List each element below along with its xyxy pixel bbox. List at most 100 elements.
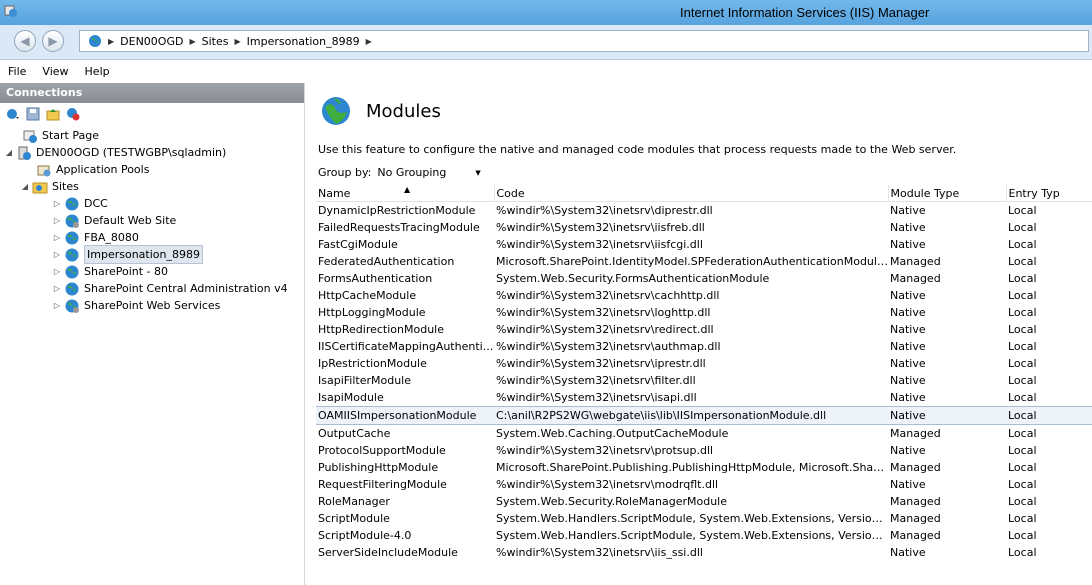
column-header-entry-type[interactable]: Entry Typ: [1006, 185, 1092, 202]
app-pool-icon: [37, 165, 51, 176]
dropdown-arrow-icon[interactable]: ▼: [475, 169, 480, 177]
breadcrumb-sites[interactable]: Sites: [202, 35, 229, 48]
table-row[interactable]: IpRestrictionModule %windir%\System32\ine…: [316, 355, 1092, 372]
tree-label: SharePoint - 80: [84, 265, 169, 278]
cell-name: IpRestrictionModule: [318, 357, 427, 370]
menu-help[interactable]: Help: [77, 65, 118, 78]
cell-name: DynamicIpRestrictionModule: [318, 204, 476, 217]
table-row[interactable]: HttpLoggingModule %windir%\System32\inets…: [316, 304, 1092, 321]
cell-code: System.Web.Security.FormsAuthenticationM…: [496, 272, 770, 285]
forward-button[interactable]: ▶: [42, 30, 64, 52]
table-row[interactable]: ProtocolSupportModule %windir%\System32\i…: [316, 442, 1092, 459]
menu-file[interactable]: File: [0, 65, 34, 78]
feature-description: Use this feature to configure the native…: [318, 143, 957, 156]
tree-label: Impersonation_8989: [84, 245, 203, 264]
expand-icon[interactable]: ▷: [52, 297, 62, 314]
tree-item-site-sharepoint-80[interactable]: ▷ SharePoint - 80: [52, 263, 168, 280]
breadcrumb-separator-icon: ▶: [189, 36, 196, 46]
table-row[interactable]: IsapiModule %windir%\System32\inetsrv\isa…: [316, 389, 1092, 407]
cell-entry-type: Local: [1008, 495, 1037, 508]
table-row[interactable]: FailedRequestsTracingModule %windir%\Syst…: [316, 219, 1092, 236]
expand-icon[interactable]: ▷: [52, 212, 62, 229]
cell-module-type: Managed: [890, 495, 941, 508]
cell-entry-type: Local: [1008, 427, 1037, 440]
group-by-dropdown[interactable]: No Grouping: [377, 166, 475, 179]
server-icon: [18, 146, 31, 160]
table-row[interactable]: OAMIISImpersonationModule C:\anil\R2PS2WG…: [316, 406, 1092, 425]
cell-name: RoleManager: [318, 495, 390, 508]
table-row[interactable]: OutputCache System.Web.Caching.OutputCach…: [316, 425, 1092, 443]
breadcrumb-server[interactable]: DEN00OGD: [120, 35, 183, 48]
cell-code: %windir%\System32\inetsrv\loghttp.dll: [496, 306, 711, 319]
table-row[interactable]: ScriptModule-4.0 System.Web.Handlers.Scri…: [316, 527, 1092, 544]
table-row[interactable]: RequestFilteringModule %windir%\System32\…: [316, 476, 1092, 493]
tree-item-site-web-services[interactable]: ▷ SharePoint Web Services: [52, 297, 220, 314]
cell-module-type: Managed: [890, 529, 941, 542]
tree-item-sites[interactable]: ◢ Sites: [20, 178, 79, 195]
cell-name: PublishingHttpModule: [318, 461, 439, 474]
up-folder-icon[interactable]: [46, 107, 60, 121]
cell-name: ScriptModule: [318, 512, 390, 525]
table-row[interactable]: HttpRedirectionModule %windir%\System32\i…: [316, 321, 1092, 338]
table-row[interactable]: IsapiFilterModule %windir%\System32\inets…: [316, 372, 1092, 389]
cell-module-type: Managed: [890, 427, 941, 440]
expand-icon[interactable]: ▷: [52, 246, 62, 263]
disconnect-icon[interactable]: [66, 107, 80, 121]
tree-item-start-page[interactable]: Start Page: [22, 127, 99, 144]
expand-icon[interactable]: ▷: [52, 195, 62, 212]
table-row[interactable]: ServerSideIncludeModule %windir%\System32…: [316, 544, 1092, 561]
globe-icon: [65, 299, 79, 313]
column-header-module-type[interactable]: Module Type: [888, 185, 1007, 202]
table-row[interactable]: FormsAuthentication System.Web.Security.F…: [316, 270, 1092, 287]
expand-icon[interactable]: ▷: [52, 229, 62, 246]
expand-icon[interactable]: ▷: [52, 263, 62, 280]
connect-icon[interactable]: [6, 107, 20, 121]
tree-label: DCC: [84, 197, 108, 210]
expand-icon[interactable]: ▷: [52, 280, 62, 297]
save-icon[interactable]: [26, 107, 40, 121]
cell-entry-type: Local: [1008, 204, 1037, 217]
table-row[interactable]: FederatedAuthentication Microsoft.SharePo…: [316, 253, 1092, 270]
table-row[interactable]: HttpCacheModule %windir%\System32\inetsrv…: [316, 287, 1092, 304]
breadcrumb-site[interactable]: Impersonation_8989: [247, 35, 360, 48]
tree-item-site-impersonation[interactable]: ▷ Impersonation_8989: [52, 245, 203, 264]
cell-code: %windir%\System32\inetsrv\cachhttp.dll: [496, 289, 720, 302]
menu-view[interactable]: View: [34, 65, 76, 78]
table-row[interactable]: IISCertificateMappingAuthenti... %windir%…: [316, 338, 1092, 355]
table-row[interactable]: RoleManager System.Web.Security.RoleManag…: [316, 493, 1092, 510]
column-header-code[interactable]: Code: [494, 185, 889, 202]
cell-module-type: Native: [890, 546, 926, 559]
collapse-icon[interactable]: ◢: [20, 178, 30, 195]
breadcrumb[interactable]: ▶ DEN00OGD ▶ Sites ▶ Impersonation_8989 …: [79, 30, 1089, 52]
tree-item-site-fba[interactable]: ▷ FBA_8080: [52, 229, 139, 246]
cell-name: OAMIISImpersonationModule: [316, 406, 494, 425]
tree-item-application-pools[interactable]: Application Pools: [36, 161, 149, 178]
cell-entry-type: Local: [1008, 461, 1037, 474]
cell-code: C:\anil\R2PS2WG\webgate\iis\lib\IISImper…: [494, 406, 888, 425]
tree-item-site-dcc[interactable]: ▷ DCC: [52, 195, 108, 212]
cell-entry-type: Local: [1008, 546, 1037, 559]
table-row[interactable]: PublishingHttpModule Microsoft.SharePoint…: [316, 459, 1092, 476]
cell-module-type: Native: [890, 306, 926, 319]
column-header-name[interactable]: Name ▲: [316, 185, 495, 202]
iis-app-icon: [4, 5, 17, 17]
table-row[interactable]: DynamicIpRestrictionModule %windir%\Syste…: [316, 202, 1092, 220]
connections-title: Connections: [0, 83, 304, 103]
tree-item-server[interactable]: ◢ DEN00OGD (TESTWGBP\sqladmin): [4, 144, 226, 161]
table-row[interactable]: FastCgiModule %windir%\System32\inetsrv\i…: [316, 236, 1092, 253]
cell-code: System.Web.Handlers.ScriptModule, System…: [496, 529, 888, 542]
cell-code: %windir%\System32\inetsrv\isapi.dll: [496, 391, 697, 404]
tree-item-site-default[interactable]: ▷ Default Web Site: [52, 212, 176, 229]
sort-ascending-icon: ▲: [404, 185, 411, 194]
breadcrumb-separator-icon: ▶: [365, 36, 372, 46]
cell-code: %windir%\System32\inetsrv\filter.dll: [496, 374, 696, 387]
cell-entry-type: Local: [1008, 478, 1037, 491]
modules-pane: Modules Use this feature to configure th…: [306, 83, 1092, 585]
table-row[interactable]: ScriptModule System.Web.Handlers.ScriptMo…: [316, 510, 1092, 527]
collapse-icon[interactable]: ◢: [4, 144, 14, 161]
back-button[interactable]: ◀: [14, 30, 36, 52]
cell-code: System.Web.Security.RoleManagerModule: [496, 495, 728, 508]
tree-item-site-central-admin[interactable]: ▷ SharePoint Central Administration v4: [52, 280, 288, 297]
tree-label: Start Page: [42, 129, 99, 142]
address-bar: ◀ ▶ ▶ DEN00OGD ▶ Sites ▶ Impersonation_8…: [0, 25, 1092, 60]
